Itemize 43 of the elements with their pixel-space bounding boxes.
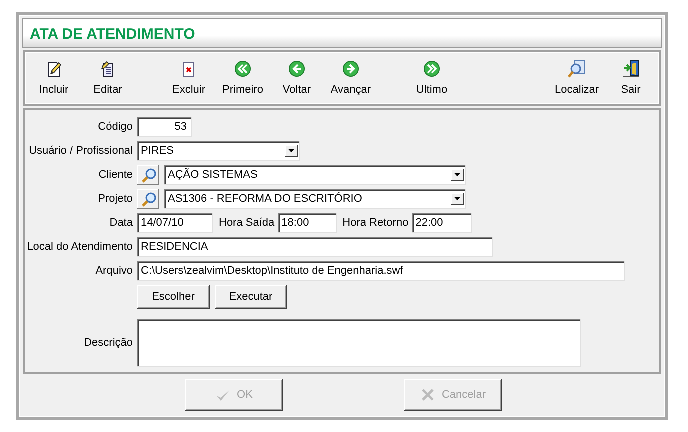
field-label: Descrição xyxy=(83,337,134,349)
caret-icon xyxy=(451,193,464,205)
search-icon xyxy=(568,60,586,78)
search-icon xyxy=(140,166,156,184)
user-dropdown[interactable]: PIRES xyxy=(137,141,300,161)
search-icon xyxy=(140,190,156,208)
toolbar-button[interactable]: Voltar xyxy=(270,55,324,101)
location-field[interactable]: RESIDENCIA xyxy=(137,237,493,257)
field-label: Hora Saída xyxy=(219,217,275,229)
field-label: Data xyxy=(108,217,134,229)
lookup-button[interactable] xyxy=(137,165,159,185)
toolbar-button[interactable]: Incluir xyxy=(27,55,81,101)
field-label: Arquivo xyxy=(94,265,134,277)
time-field[interactable]: 22:00 xyxy=(412,213,472,233)
toolbar-button[interactable]: Avançar xyxy=(324,55,378,101)
toolbar-button[interactable]: Ultimo xyxy=(405,55,459,101)
execute-button[interactable]: Executar xyxy=(215,285,287,309)
field-label: Cliente xyxy=(98,169,134,181)
toolbar-button[interactable]: Localizar xyxy=(550,55,604,101)
caret-icon xyxy=(285,145,298,157)
field-label: Local do Atendimento xyxy=(26,241,134,253)
project-dropdown[interactable]: AS1306 - REFORMA DO ESCRITÓRIO xyxy=(164,189,466,209)
client-dropdown[interactable]: AÇÃO SISTEMAS xyxy=(164,165,466,185)
field-label: Usuário / Profissional xyxy=(28,145,134,157)
date-field[interactable]: 14/07/10 xyxy=(137,213,213,233)
time-field[interactable]: 18:00 xyxy=(278,213,337,233)
toolbar-button[interactable]: Sair xyxy=(604,55,658,101)
description-field[interactable] xyxy=(137,319,581,367)
toolbar-button[interactable]: Primeiro xyxy=(216,55,270,101)
choose-button[interactable]: Escolher xyxy=(137,285,210,309)
toolbar-button[interactable]: Editar xyxy=(81,55,135,101)
exit-door-icon xyxy=(622,60,640,78)
cross-icon xyxy=(420,387,436,403)
field-label: Projeto xyxy=(97,193,134,205)
file-path-field[interactable]: C:\Users\zealvim\Desktop\Instituto de Engenharia.swf xyxy=(137,261,625,281)
check-icon xyxy=(215,387,232,403)
caret-icon xyxy=(451,169,464,181)
toolbar-button[interactable]: Excluir xyxy=(162,55,216,101)
window-title: ATA DE ATENDIMENTO xyxy=(22,18,662,48)
code-field[interactable]: 53 xyxy=(137,117,192,137)
field-label: Hora Retorno xyxy=(342,217,409,229)
field-label: Código xyxy=(97,121,134,133)
lookup-button[interactable] xyxy=(137,189,159,209)
